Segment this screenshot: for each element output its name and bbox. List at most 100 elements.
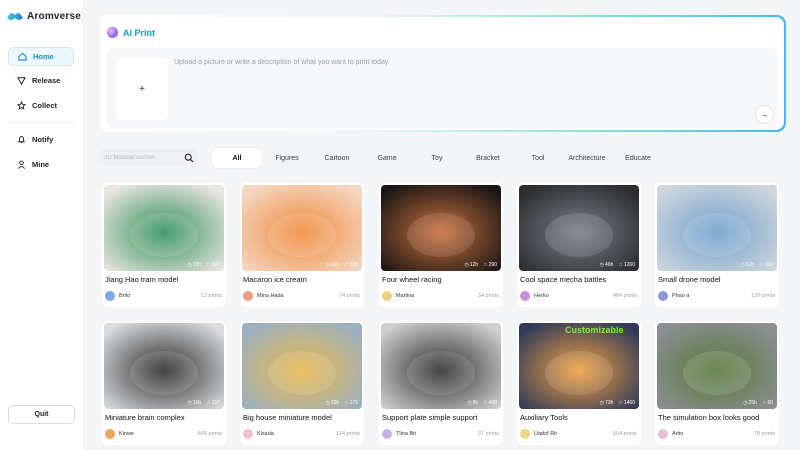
send-button[interactable]: → bbox=[755, 105, 774, 124]
category-educate[interactable]: Educate bbox=[620, 148, 656, 168]
model-title[interactable]: Miniature brain complex bbox=[105, 413, 185, 422]
nav-collect[interactable]: Collect bbox=[8, 96, 74, 115]
author-info[interactable]: Mina Hada bbox=[243, 291, 284, 301]
like-count: ☆ 175 bbox=[344, 400, 358, 406]
quit-button[interactable]: Quit bbox=[8, 405, 75, 424]
author-info[interactable]: Tlina Bri bbox=[382, 429, 416, 439]
clock-icon: ◷ bbox=[467, 400, 472, 406]
model-card[interactable]: ◷ 23h ☆ 681 Jiang Hao tram model Brito 12 prin… bbox=[102, 183, 226, 307]
app-logo[interactable]: Aromverse bbox=[6, 9, 81, 23]
model-card[interactable]: ◷ 25h ☆ 175 Big house miniature model Kisada 1… bbox=[240, 321, 364, 445]
category-cartoon[interactable]: Cartoon bbox=[318, 148, 356, 168]
like-count-value: 160 bbox=[764, 262, 773, 268]
ai-print-header: AI Print bbox=[107, 27, 155, 38]
model-thumbnail[interactable]: ◷ 25h ☆ 175 bbox=[242, 323, 362, 409]
model-thumbnail[interactable]: ◷ 46h ☆ 1260 bbox=[519, 185, 639, 271]
avatar bbox=[520, 291, 530, 301]
model-thumbnail[interactable]: ◷ 8h ☆ 468 bbox=[381, 323, 501, 409]
author-info[interactable]: Herko bbox=[520, 291, 549, 301]
author-info[interactable]: Arito bbox=[658, 429, 683, 439]
category-game[interactable]: Game bbox=[369, 148, 405, 168]
like-count: ☆ 185 bbox=[344, 262, 358, 268]
category-figures[interactable]: Figures bbox=[268, 148, 306, 168]
print-time: ◷ 23h bbox=[187, 262, 201, 268]
like-count-value: 185 bbox=[349, 262, 358, 268]
category-tool[interactable]: Tool bbox=[524, 148, 552, 168]
model-image bbox=[104, 323, 224, 409]
author-info[interactable]: Martina bbox=[382, 291, 414, 301]
category-all[interactable]: All bbox=[212, 148, 262, 168]
model-image bbox=[104, 185, 224, 271]
model-thumbnail[interactable]: ◷ 62h ☆ 160 bbox=[657, 185, 777, 271]
nav-release[interactable]: Release bbox=[8, 71, 74, 90]
model-card[interactable]: ◷ 8h ☆ 468 Support plate simple support Tlina… bbox=[379, 321, 503, 445]
model-thumbnail[interactable]: ◷ 12h ☆ 290 bbox=[381, 185, 501, 271]
like-count-value: 290 bbox=[488, 262, 497, 268]
model-stats: ◷ 16h ☆ 157 bbox=[187, 400, 220, 406]
model-card[interactable]: ◷ 16h ☆ 157 Miniature brain complex Kinwe 445 … bbox=[102, 321, 226, 445]
category-architecture[interactable]: Architecture bbox=[562, 148, 612, 168]
user-icon bbox=[17, 160, 26, 169]
model-card[interactable]: ◷ 12h ☆ 290 Four wheel racing Martina 34 print… bbox=[379, 183, 503, 307]
model-card[interactable]: Customizable ◷ 73h ☆ 1460 Auxiliary Tools Uado… bbox=[517, 321, 641, 445]
nav-notify[interactable]: Notify bbox=[8, 130, 74, 149]
category-toy[interactable]: Toy bbox=[422, 148, 452, 168]
star-icon: ☆ bbox=[483, 262, 488, 268]
author-name: Phao a bbox=[672, 293, 690, 299]
release-icon bbox=[17, 77, 26, 85]
author-info[interactable]: Kinwe bbox=[105, 429, 134, 439]
model-title[interactable]: Small drone model bbox=[658, 275, 721, 284]
category-bracket[interactable]: Bracket bbox=[468, 148, 508, 168]
model-shape bbox=[683, 351, 751, 395]
model-card[interactable]: ◷ 25h ☆ 60 The simulation box looks good Arit… bbox=[655, 321, 779, 445]
model-thumbnail[interactable]: Customizable ◷ 73h ☆ 1460 bbox=[519, 323, 639, 409]
star-icon: ☆ bbox=[618, 262, 623, 268]
model-title[interactable]: Big house miniature model bbox=[243, 413, 332, 422]
print-count: 34 prints bbox=[477, 293, 499, 299]
model-title[interactable]: Auxiliary Tools bbox=[520, 413, 568, 422]
nav-notify-label: Notify bbox=[32, 135, 54, 144]
upload-image-button[interactable]: + bbox=[116, 58, 168, 120]
model-card[interactable]: ◷ 10h ☆ 185 Macaron ice cream Mina Hada 74 pri… bbox=[240, 183, 364, 307]
model-title[interactable]: The simulation box looks good bbox=[658, 413, 759, 422]
model-image bbox=[657, 323, 777, 409]
model-image bbox=[519, 323, 639, 409]
model-title[interactable]: Cool space mecha battles bbox=[520, 275, 606, 284]
nav-mine[interactable]: Mine bbox=[8, 155, 74, 174]
model-shape bbox=[545, 351, 613, 395]
like-count-value: 468 bbox=[488, 400, 497, 406]
author-info[interactable]: Uadof Rlr bbox=[520, 429, 557, 439]
author-info[interactable]: Kisada bbox=[243, 429, 274, 439]
like-count: ☆ 468 bbox=[483, 400, 497, 406]
print-time: ◷ 8h bbox=[467, 400, 478, 406]
star-icon: ☆ bbox=[206, 262, 211, 268]
star-icon bbox=[17, 101, 26, 110]
model-thumbnail[interactable]: ◷ 10h ☆ 185 bbox=[242, 185, 362, 271]
author-info[interactable]: Phao a bbox=[658, 291, 689, 301]
nav-divider bbox=[8, 122, 74, 123]
print-count: 564 prints bbox=[612, 431, 637, 437]
avatar bbox=[520, 429, 530, 439]
model-thumbnail[interactable]: ◷ 16h ☆ 157 bbox=[104, 323, 224, 409]
author-info[interactable]: Brito bbox=[105, 291, 130, 301]
print-time-value: 16h bbox=[192, 400, 202, 406]
author-name: Kinwe bbox=[119, 431, 134, 437]
nav-home[interactable]: Home bbox=[8, 47, 74, 66]
search-input[interactable] bbox=[104, 155, 180, 161]
like-count: ☆ 157 bbox=[206, 400, 220, 406]
model-title[interactable]: Jiang Hao tram model bbox=[105, 275, 178, 284]
model-title[interactable]: Four wheel racing bbox=[382, 275, 442, 284]
ai-prompt-area[interactable]: + Upload a picture or write a descriptio… bbox=[107, 48, 777, 128]
ai-prompt-placeholder[interactable]: Upload a picture or write a description … bbox=[174, 59, 388, 66]
model-thumbnail[interactable]: ◷ 23h ☆ 681 bbox=[104, 185, 224, 271]
like-count: ☆ 160 bbox=[759, 262, 773, 268]
model-stats: ◷ 46h ☆ 1260 bbox=[600, 262, 635, 268]
model-thumbnail[interactable]: ◷ 25h ☆ 60 bbox=[657, 323, 777, 409]
like-count: ☆ 681 bbox=[206, 262, 220, 268]
model-card[interactable]: ◷ 46h ☆ 1260 Cool space mecha battles Herko 46… bbox=[517, 183, 641, 307]
search-icon[interactable] bbox=[184, 153, 194, 163]
like-count: ☆ 1260 bbox=[618, 262, 635, 268]
model-title[interactable]: Macaron ice cream bbox=[243, 275, 307, 284]
model-title[interactable]: Support plate simple support bbox=[382, 413, 477, 422]
model-card[interactable]: ◷ 62h ☆ 160 Small drone model Phao a 129 print… bbox=[655, 183, 779, 307]
